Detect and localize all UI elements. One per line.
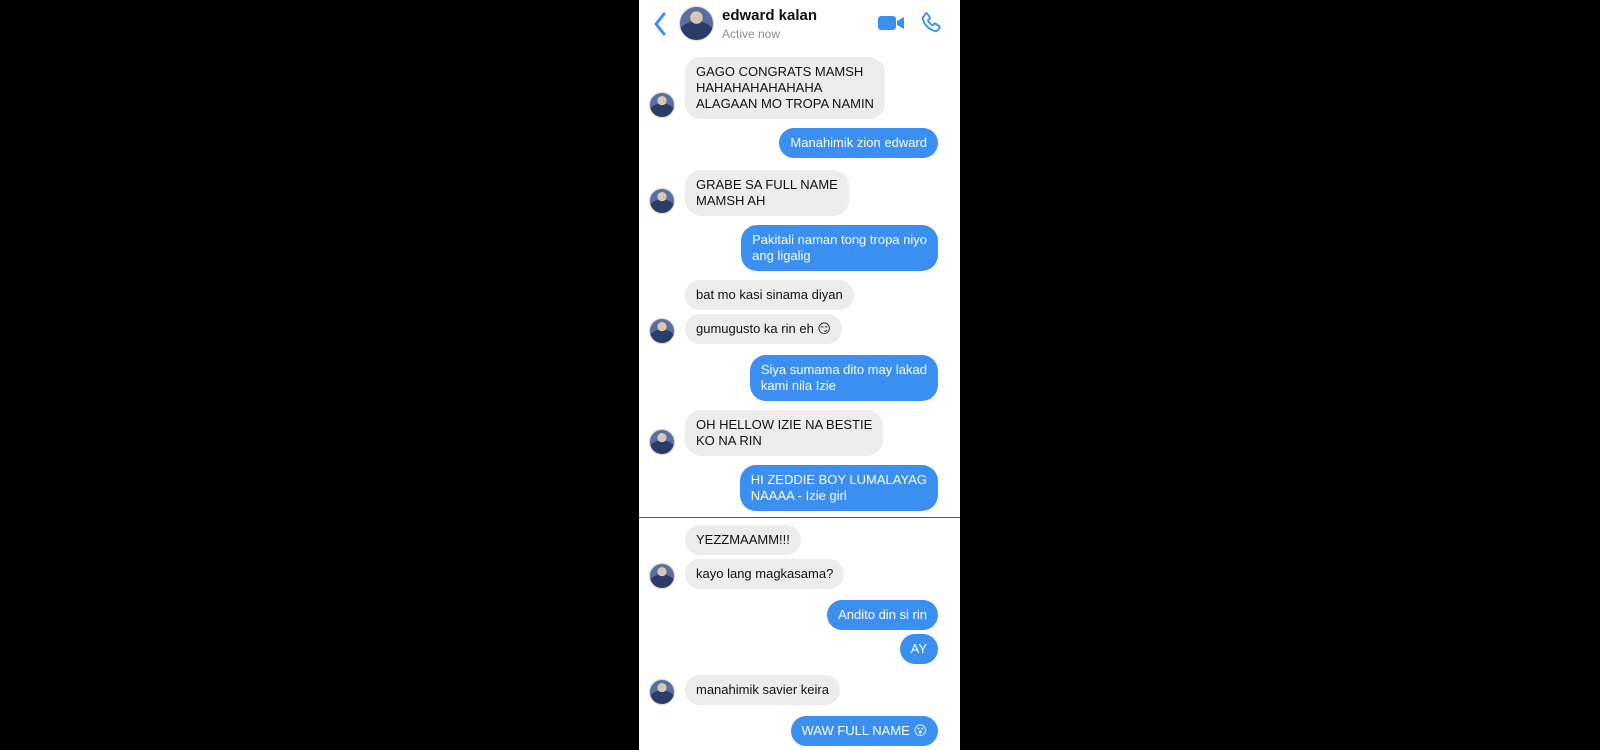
sender-avatar[interactable]	[649, 563, 675, 589]
incoming-message[interactable]: GRABE SA FULL NAME MAMSH AH	[685, 170, 849, 216]
back-arrow-icon[interactable]	[651, 10, 669, 38]
incoming-message[interactable]: kayo lang magkasama?	[685, 559, 845, 589]
incoming-message[interactable]: GAGO CONGRATS MAMSH HAHAHAHAHAHAHA ALAGA…	[685, 57, 885, 119]
video-call-icon[interactable]	[877, 13, 905, 33]
sender-avatar[interactable]	[649, 318, 675, 344]
phone-call-icon[interactable]	[919, 11, 943, 35]
incoming-message[interactable]: gumugusto ka rin eh 😏	[685, 314, 842, 344]
active-status: Active now	[722, 27, 781, 41]
outgoing-message[interactable]: Siya sumama dito may lakad kami nila Izi…	[749, 355, 938, 401]
outgoing-message[interactable]: Pakitali naman tong tropa niyo ang ligal…	[741, 225, 938, 271]
sender-avatar[interactable]	[649, 92, 675, 118]
outgoing-message[interactable]: WAW FULL NAME 😮	[790, 716, 938, 746]
outgoing-message[interactable]: AY	[899, 634, 938, 664]
chat-header: edward kalan Active now	[639, 0, 960, 47]
contact-avatar[interactable]	[679, 6, 714, 41]
sender-avatar[interactable]	[649, 679, 675, 705]
outgoing-message[interactable]: Andito din si rin	[827, 600, 938, 630]
incoming-message[interactable]: manahimik savier keira	[685, 675, 840, 705]
incoming-message[interactable]: bat mo kasi sinama diyan	[685, 280, 854, 310]
sender-avatar[interactable]	[649, 429, 675, 455]
outgoing-message[interactable]: Manahimik zion edward	[779, 128, 938, 158]
sender-avatar[interactable]	[649, 188, 675, 214]
outgoing-message[interactable]: HI ZEDDIE BOY LUMALAYAG NAAAA - Izie gir…	[739, 465, 938, 511]
incoming-message[interactable]: OH HELLOW IZIE NA BESTIE KO NA RIN	[685, 410, 884, 456]
incoming-message[interactable]: YEZZMAAMM!!!	[685, 525, 801, 555]
chat-screen: edward kalan Active now GAGO CONGRATS MA…	[639, 0, 960, 750]
contact-name[interactable]: edward kalan	[722, 7, 817, 24]
divider	[639, 517, 960, 518]
